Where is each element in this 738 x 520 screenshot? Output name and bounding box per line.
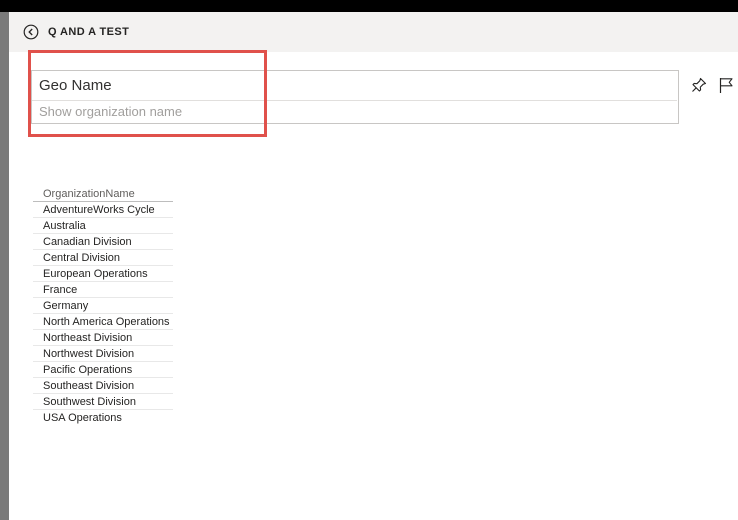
page-header: Q AND A TEST bbox=[9, 12, 738, 52]
page: Q AND A TEST Show organization name Orga… bbox=[0, 0, 738, 520]
table-row: Central Division bbox=[33, 250, 173, 266]
qa-suggestion-item[interactable]: Show organization name bbox=[39, 104, 182, 120]
flag-icon bbox=[719, 78, 733, 93]
top-bar bbox=[0, 0, 738, 12]
flag-button[interactable] bbox=[717, 76, 735, 94]
table-row: AdventureWorks Cycle bbox=[33, 202, 173, 218]
qa-question-input[interactable] bbox=[32, 71, 677, 101]
table-row: France bbox=[33, 282, 173, 298]
table-row: USA Operations bbox=[43, 412, 122, 424]
table-row: Australia bbox=[33, 218, 173, 234]
page-title: Q AND A TEST bbox=[48, 26, 130, 38]
pin-button[interactable] bbox=[690, 76, 708, 94]
table-row: North America Operations bbox=[33, 314, 173, 330]
qa-question-box: Show organization name bbox=[31, 70, 679, 124]
left-edge-strip bbox=[0, 12, 9, 520]
table-row: Southwest Division bbox=[33, 394, 173, 410]
table-row: Pacific Operations bbox=[33, 362, 173, 378]
back-button[interactable] bbox=[23, 24, 39, 40]
table-row: Northeast Division bbox=[33, 330, 173, 346]
table-row: Canadian Division bbox=[33, 234, 173, 250]
table-row: Germany bbox=[33, 298, 173, 314]
table-row: European Operations bbox=[33, 266, 173, 282]
table-row: Southeast Division bbox=[33, 378, 173, 394]
organization-table: OrganizationName AdventureWorks Cycle Au… bbox=[33, 186, 173, 425]
pin-icon bbox=[692, 77, 707, 92]
chevron-left-circle-icon bbox=[23, 24, 39, 40]
table-column-header: OrganizationName bbox=[33, 186, 173, 202]
table-row: Northwest Division bbox=[33, 346, 173, 362]
